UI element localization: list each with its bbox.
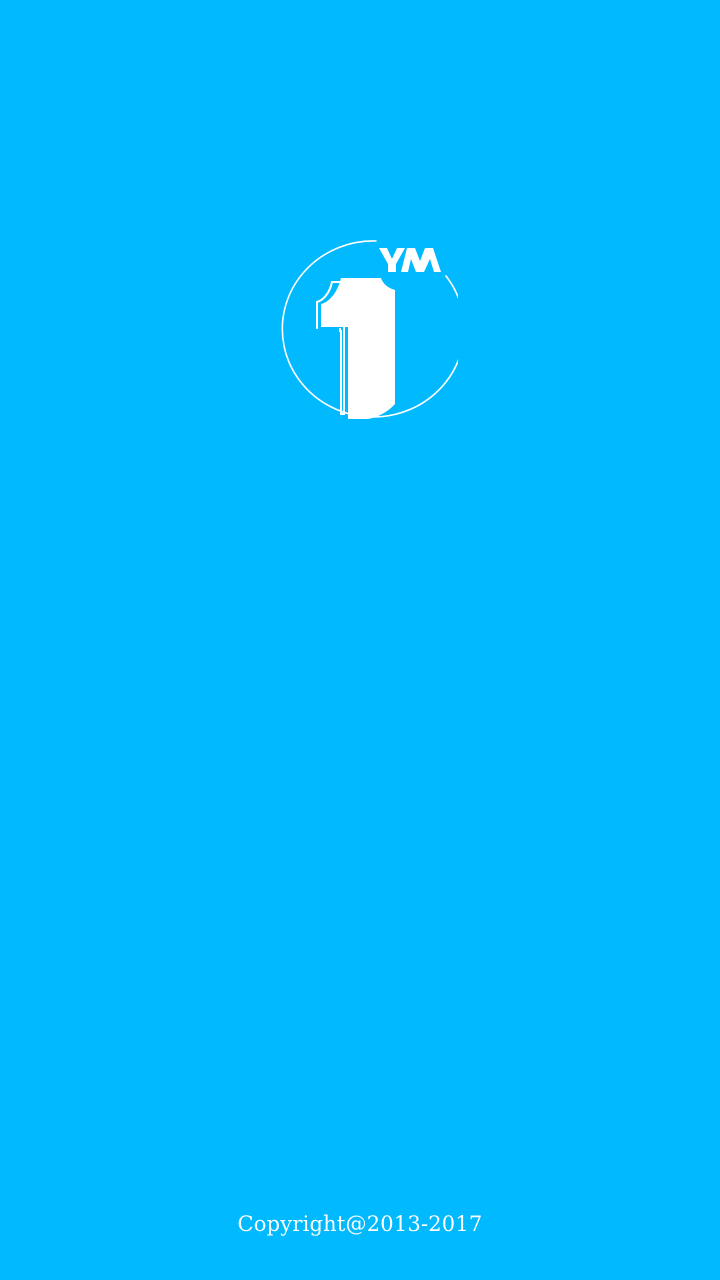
- ym-logo-icon: [258, 232, 458, 428]
- splash-screen: Copyright@2013-2017: [0, 0, 720, 1280]
- copyright-text: Copyright@2013-2017: [237, 1212, 483, 1236]
